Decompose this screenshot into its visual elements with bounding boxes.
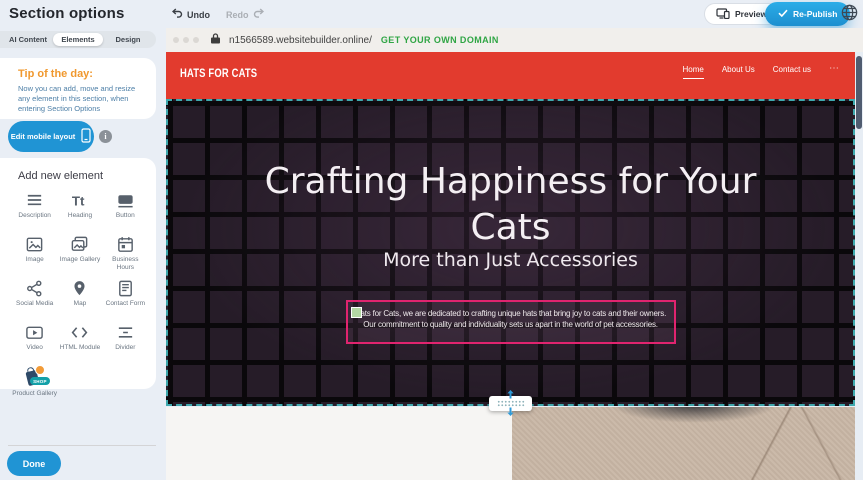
- undo-label: Undo: [187, 10, 210, 20]
- element-tile-html-module[interactable]: HTML Module: [57, 323, 102, 359]
- lock-icon: [211, 31, 220, 49]
- svg-text:Tt: Tt: [72, 193, 85, 208]
- element-tile-product-gallery[interactable]: SHOP Product Gallery: [12, 367, 57, 403]
- shop-badge: SHOP: [30, 377, 50, 385]
- site-logo[interactable]: HATS FOR CATS: [180, 68, 257, 80]
- arrow-down-icon: [506, 403, 515, 421]
- map-icon: [70, 279, 89, 298]
- scrollbar-thumb[interactable]: [856, 56, 862, 129]
- devices-icon: [716, 8, 730, 21]
- done-button[interactable]: Done: [7, 451, 61, 476]
- description-icon: [25, 191, 44, 210]
- window-dot: [193, 37, 199, 43]
- divider-icon: [116, 323, 135, 342]
- html-module-icon: [70, 323, 89, 342]
- tab-ai-content[interactable]: AI Content: [3, 33, 53, 46]
- element-tile-image-gallery[interactable]: Image Gallery: [57, 235, 102, 271]
- hero-heading[interactable]: Crafting Happiness for Your Cats: [231, 159, 791, 251]
- tip-of-the-day-card: Tip of the day: Now you can add, move an…: [0, 58, 156, 119]
- element-grid: Description Tt Heading Button Image: [0, 191, 156, 403]
- nav-item-about-us[interactable]: About Us: [722, 65, 755, 78]
- hero-body-text: Hats for Cats, we are dedicated to craft…: [353, 308, 669, 330]
- nav-item-contact-us[interactable]: Contact us: [773, 65, 811, 78]
- contact-form-icon: [116, 279, 135, 298]
- tab-elements[interactable]: Elements: [53, 33, 103, 46]
- check-icon: [778, 9, 788, 19]
- tip-heading: Tip of the day:: [18, 68, 148, 80]
- page-title: Section options: [9, 5, 125, 22]
- redo-icon: [253, 8, 264, 21]
- element-tile-description[interactable]: Description: [12, 191, 57, 227]
- element-tile-contact-form[interactable]: Contact Form: [103, 279, 148, 315]
- business-hours-icon: [116, 235, 135, 254]
- element-tile-map[interactable]: Map: [57, 279, 102, 315]
- element-tile-heading[interactable]: Tt Heading: [57, 191, 102, 227]
- image-gallery-icon: [70, 235, 89, 254]
- hero-subheading[interactable]: More than Just Accessories: [168, 249, 853, 271]
- button-icon: [116, 191, 135, 210]
- element-tile-video[interactable]: Video: [12, 323, 57, 359]
- drag-handle[interactable]: [351, 307, 362, 318]
- heading-icon: Tt: [70, 191, 89, 210]
- history-controls: Undo Redo: [172, 8, 264, 21]
- sidebar-tabbar: AI Content Elements Design: [0, 31, 156, 48]
- edit-mobile-layout-button[interactable]: Edit mobile layout: [8, 121, 94, 152]
- edit-mobile-label: Edit mobile layout: [11, 132, 76, 141]
- tip-body: Now you can add, move and resize any ele…: [18, 84, 148, 114]
- video-icon: [25, 323, 44, 342]
- element-tile-divider[interactable]: Divider: [103, 323, 148, 359]
- get-domain-link[interactable]: GET YOUR OWN DOMAIN: [381, 35, 499, 45]
- site-url: n1566589.websitebuilder.online/: [229, 35, 372, 46]
- element-tile-business-hours[interactable]: Business Hours: [103, 235, 148, 271]
- site-nav: Home About Us Contact us ⋯: [683, 65, 840, 79]
- element-tile-button[interactable]: Button: [103, 191, 148, 227]
- selected-text-element[interactable]: Hats for Cats, we are dedicated to craft…: [346, 300, 676, 344]
- window-dot: [173, 37, 179, 43]
- arrow-up-icon: [506, 386, 515, 404]
- redo-button[interactable]: Redo: [226, 8, 264, 21]
- undo-icon: [172, 8, 183, 21]
- preview-label: Preview: [735, 9, 767, 19]
- smartphone-icon: [81, 128, 91, 145]
- add-new-element-panel: Add new element Description Tt Heading B…: [0, 158, 156, 389]
- window-dot: [183, 37, 189, 43]
- sidebar-divider: [8, 445, 156, 446]
- redo-label: Redo: [226, 10, 249, 20]
- language-globe-icon[interactable]: [841, 4, 858, 21]
- browser-bar: n1566589.websitebuilder.online/ GET YOUR…: [166, 28, 863, 52]
- republish-button[interactable]: Re-Publish: [765, 2, 850, 26]
- next-section-carpet-image[interactable]: [512, 407, 855, 480]
- info-icon[interactable]: i: [99, 130, 112, 143]
- republish-label: Re-Publish: [793, 9, 837, 19]
- product-gallery-icon: SHOP: [23, 367, 47, 388]
- image-icon: [25, 235, 44, 254]
- section-resize-handle[interactable]: [489, 396, 532, 411]
- preview-scrollbar[interactable]: [855, 52, 863, 480]
- next-section-background[interactable]: [166, 407, 512, 480]
- tab-design[interactable]: Design: [103, 33, 153, 46]
- element-tile-image[interactable]: Image: [12, 235, 57, 271]
- selected-hero-section[interactable]: Crafting Happiness for Your Cats More th…: [166, 99, 855, 406]
- site-header: HATS FOR CATS Home About Us Contact us ⋯: [166, 52, 855, 99]
- undo-button[interactable]: Undo: [172, 8, 210, 21]
- new-badge-dot: [35, 365, 45, 375]
- element-tile-social-media[interactable]: Social Media: [12, 279, 57, 315]
- more-menu-icon[interactable]: ⋯: [829, 65, 839, 73]
- nav-item-home[interactable]: Home: [683, 65, 704, 79]
- social-media-icon: [25, 279, 44, 298]
- add-element-title: Add new element: [0, 170, 156, 182]
